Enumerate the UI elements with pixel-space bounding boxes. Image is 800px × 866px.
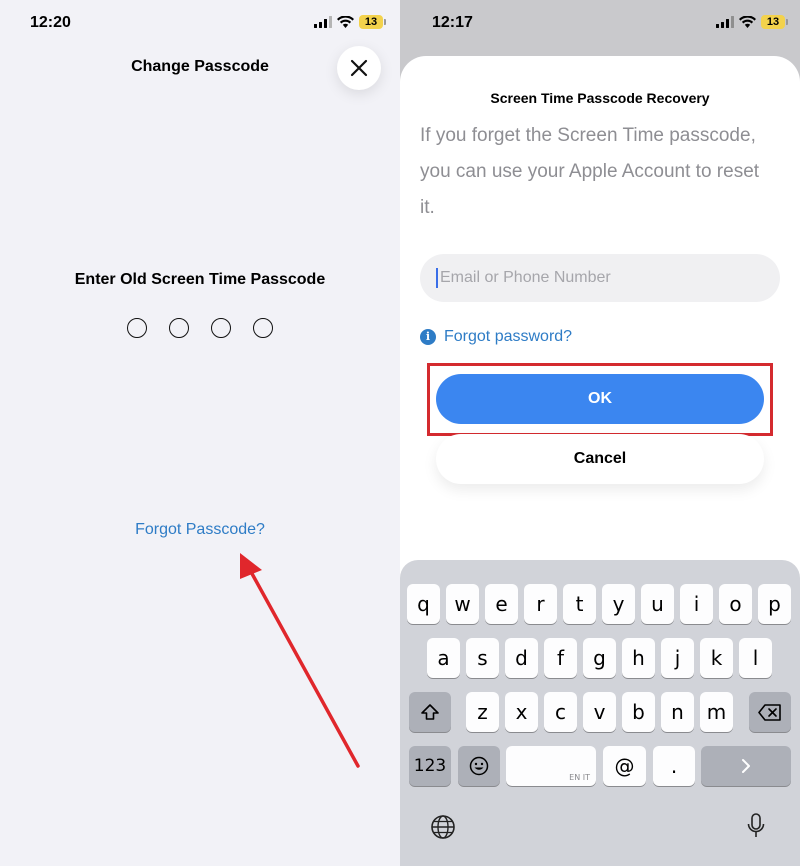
cancel-button[interactable]: Cancel bbox=[436, 434, 764, 484]
key-n[interactable]: n bbox=[661, 692, 694, 732]
numbers-key[interactable]: 123 bbox=[409, 746, 451, 786]
status-icons: 13 bbox=[716, 15, 788, 29]
key-r[interactable]: r bbox=[524, 584, 557, 624]
backspace-icon bbox=[758, 703, 781, 721]
forgot-password-label: Forgot password? bbox=[444, 328, 573, 345]
status-bar: 12:17 13 bbox=[400, 0, 800, 46]
key-j[interactable]: j bbox=[661, 638, 694, 678]
shift-icon bbox=[421, 704, 439, 720]
info-icon: i bbox=[420, 329, 436, 345]
key-c[interactable]: c bbox=[544, 692, 577, 732]
key-q[interactable]: q bbox=[407, 584, 440, 624]
key-g[interactable]: g bbox=[583, 638, 616, 678]
key-i[interactable]: i bbox=[680, 584, 713, 624]
key-s[interactable]: s bbox=[466, 638, 499, 678]
period-key[interactable]: . bbox=[653, 746, 695, 786]
keyboard-row-4: 123 EN IT @ . bbox=[400, 746, 800, 786]
key-f[interactable]: f bbox=[544, 638, 577, 678]
backspace-key[interactable] bbox=[749, 692, 791, 732]
key-a[interactable]: a bbox=[427, 638, 460, 678]
keyboard: qwertyuiop asdfghjkl zxcvbnm 123 EN IT @… bbox=[400, 560, 800, 866]
keyboard-row-2: asdfghjkl bbox=[400, 638, 800, 678]
key-h[interactable]: h bbox=[622, 638, 655, 678]
text-cursor bbox=[436, 268, 438, 288]
key-w[interactable]: w bbox=[446, 584, 479, 624]
emoji-key[interactable] bbox=[458, 746, 500, 786]
key-e[interactable]: e bbox=[485, 584, 518, 624]
key-k[interactable]: k bbox=[700, 638, 733, 678]
key-d[interactable]: d bbox=[505, 638, 538, 678]
return-key[interactable] bbox=[701, 746, 791, 786]
key-t[interactable]: t bbox=[563, 584, 596, 624]
sheet-title: Screen Time Passcode Recovery bbox=[490, 90, 710, 106]
key-u[interactable]: u bbox=[641, 584, 674, 624]
signal-icon bbox=[716, 16, 734, 28]
highlight-box bbox=[427, 363, 773, 436]
globe-key[interactable] bbox=[430, 814, 456, 845]
return-arrow-icon bbox=[742, 759, 750, 773]
space-key[interactable]: EN IT bbox=[506, 746, 596, 786]
key-b[interactable]: b bbox=[622, 692, 655, 732]
key-z[interactable]: z bbox=[466, 692, 499, 732]
at-key[interactable]: @ bbox=[603, 746, 646, 786]
keyboard-row-1: qwertyuiop bbox=[400, 584, 800, 624]
key-o[interactable]: o bbox=[719, 584, 752, 624]
battery-indicator: 13 bbox=[761, 15, 788, 29]
key-y[interactable]: y bbox=[602, 584, 635, 624]
passcode-recovery-screen: 12:17 13 Screen Time Passcode Recovery I… bbox=[400, 0, 800, 866]
key-m[interactable]: m bbox=[700, 692, 733, 732]
emoji-icon bbox=[469, 756, 489, 776]
status-time: 12:17 bbox=[432, 14, 473, 31]
key-x[interactable]: x bbox=[505, 692, 538, 732]
shift-key[interactable] bbox=[409, 692, 451, 732]
change-passcode-screen: 12:20 13 Change Passcode Enter Old Scree… bbox=[0, 0, 400, 866]
forgot-password-link[interactable]: i Forgot password? bbox=[420, 328, 572, 346]
email-placeholder: Email or Phone Number bbox=[440, 269, 611, 286]
microphone-icon bbox=[747, 813, 765, 837]
dictation-key[interactable] bbox=[746, 812, 766, 845]
globe-icon bbox=[431, 815, 455, 839]
key-l[interactable]: l bbox=[739, 638, 772, 678]
sheet-description: If you forget the Screen Time passcode, … bbox=[420, 125, 760, 218]
annotation-arrow bbox=[240, 553, 360, 768]
email-field[interactable]: Email or Phone Number bbox=[420, 254, 780, 302]
keyboard-row-3: zxcvbnm bbox=[400, 692, 800, 732]
wifi-icon bbox=[739, 16, 756, 28]
space-language-tag: EN IT bbox=[569, 773, 590, 782]
key-v[interactable]: v bbox=[583, 692, 616, 732]
key-p[interactable]: p bbox=[758, 584, 791, 624]
